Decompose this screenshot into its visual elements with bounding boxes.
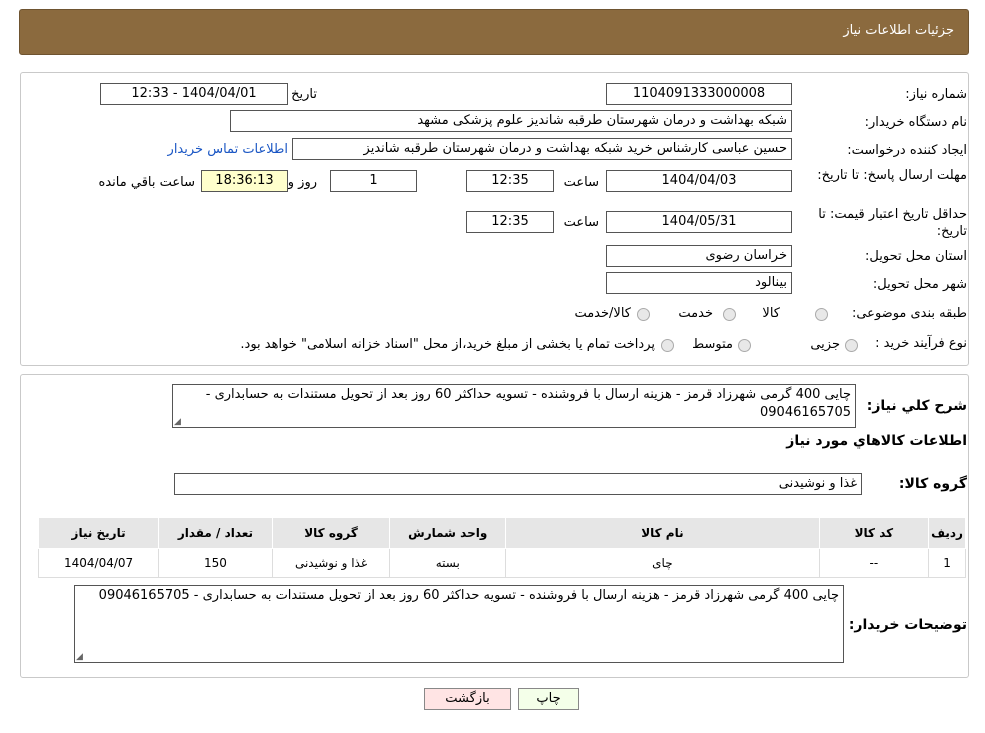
buyer-contact-link[interactable]: اطلاعات تماس خریدار <box>168 142 288 157</box>
price-validity-time-label: ساعت <box>563 215 599 230</box>
items-table: ردیف کد کالا نام کالا واحد شمارش گروه کا… <box>37 517 966 578</box>
deadline-time-field: 12:35 <box>466 170 554 192</box>
col-row-number: ردیف <box>928 517 966 549</box>
announce-datetime-field: 1404/04/01 - 12:33 <box>100 83 288 105</box>
buyer-notes-label: توضیحات خریدار: <box>848 617 967 633</box>
payment-treasury-checkbox[interactable] <box>661 339 674 352</box>
remaining-time-label: ساعت باقي مانده <box>98 175 195 190</box>
deadline-time-label: ساعت <box>563 175 599 190</box>
city-field: بینالود <box>606 272 792 294</box>
col-item-name: نام کالا <box>505 517 820 549</box>
buyer-org-label: نام دستگاه خریدار: <box>864 115 967 130</box>
process-option-medium: متوسط <box>692 337 733 352</box>
category-label: طبقه بندی موضوعی: <box>851 306 967 321</box>
items-table-header: ردیف کد کالا نام کالا واحد شمارش گروه کا… <box>37 517 966 549</box>
cell-unit: بسته <box>389 548 507 578</box>
col-need-date: تاریخ نیاز <box>37 517 160 549</box>
summary-text: چایی 400 گرمی شهرزاد قرمز - هزینه ارسال … <box>205 387 851 420</box>
category-radio-goods-service[interactable] <box>637 308 650 321</box>
process-radio-minor[interactable] <box>845 339 858 352</box>
province-label: استان محل تحویل: <box>865 249 967 264</box>
days-field: 1 <box>330 170 417 192</box>
cell-quantity: 150 <box>158 548 273 578</box>
city-label: شهر محل تحویل: <box>872 277 967 292</box>
resize-grip-icon[interactable]: ◢ <box>174 418 181 427</box>
cell-need-date: 1404/04/07 <box>37 548 160 578</box>
col-unit: واحد شمارش <box>389 517 507 549</box>
resize-grip-icon[interactable]: ◢ <box>76 653 83 662</box>
goods-group-label: گروه کالا: <box>898 476 967 492</box>
col-group: گروه کالا <box>271 517 391 549</box>
creator-field: حسین عباسی کارشناس خرید شبکه بهداشت و در… <box>292 138 792 160</box>
deadline-date-field: 1404/04/03 <box>606 170 792 192</box>
process-radio-medium[interactable] <box>738 339 751 352</box>
cell-row-number: 1 <box>928 548 966 578</box>
category-radio-goods[interactable] <box>815 308 828 321</box>
creator-label: ایجاد کننده درخواست: <box>847 143 967 158</box>
category-option-goods: کالا <box>762 306 780 321</box>
col-quantity: تعداد / مقدار <box>158 517 273 549</box>
cell-item-code: -- <box>818 548 930 578</box>
cell-item-name: چای <box>505 548 820 578</box>
price-validity-date-field: 1404/05/31 <box>606 211 792 233</box>
back-button[interactable]: بازگشت <box>424 688 511 710</box>
price-validity-time-field: 12:35 <box>466 211 554 233</box>
buyer-org-field: شبکه بهداشت و درمان شهرستان طرقبه شاندیز… <box>230 110 792 132</box>
category-radio-service[interactable] <box>723 308 736 321</box>
items-heading: اطلاعات کالاهاي مورد نياز <box>786 433 967 449</box>
buyer-notes-textarea[interactable]: چایی 400 گرمی شهرزاد قرمز - هزینه ارسال … <box>74 585 844 663</box>
remaining-time-field: 18:36:13 <box>201 170 288 192</box>
page-header: جزئیات اطلاعات نیاز <box>19 9 969 55</box>
process-option-minor: جزیی <box>810 337 840 352</box>
summary-label: شرح کلي نياز: <box>866 398 967 414</box>
payment-treasury-note: پرداخت تمام یا بخشی از مبلغ خرید،از محل … <box>240 337 655 352</box>
category-option-service: خدمت <box>678 306 713 321</box>
buyer-notes-text: چایی 400 گرمی شهرزاد قرمز - هزینه ارسال … <box>98 588 839 603</box>
need-number-label: شماره نیاز: <box>905 87 967 102</box>
process-type-label: نوع فرآیند خرید : <box>875 336 967 351</box>
price-validity-label: حداقل تاریخ اعتبار قیمت: تا تاریخ: <box>818 207 967 239</box>
cell-group: غذا و نوشیدنی <box>271 548 391 578</box>
deadline-label: مهلت ارسال پاسخ: تا تاریخ: <box>817 168 967 183</box>
province-field: خراسان رضوی <box>606 245 792 267</box>
days-label: روز و <box>287 175 317 190</box>
category-option-goods-service: کالا/خدمت <box>574 306 631 321</box>
need-number-field: 1104091333000008 <box>606 83 792 105</box>
col-item-code: کد کالا <box>818 517 930 549</box>
summary-textarea[interactable]: چایی 400 گرمی شهرزاد قرمز - هزینه ارسال … <box>172 384 856 428</box>
goods-group-field: غذا و نوشیدنی <box>174 473 862 495</box>
print-button[interactable]: چاپ <box>518 688 579 710</box>
table-row: 1 -- چای بسته غذا و نوشیدنی 150 1404/04/… <box>37 548 966 578</box>
page-title: جزئیات اطلاعات نیاز <box>843 23 954 38</box>
